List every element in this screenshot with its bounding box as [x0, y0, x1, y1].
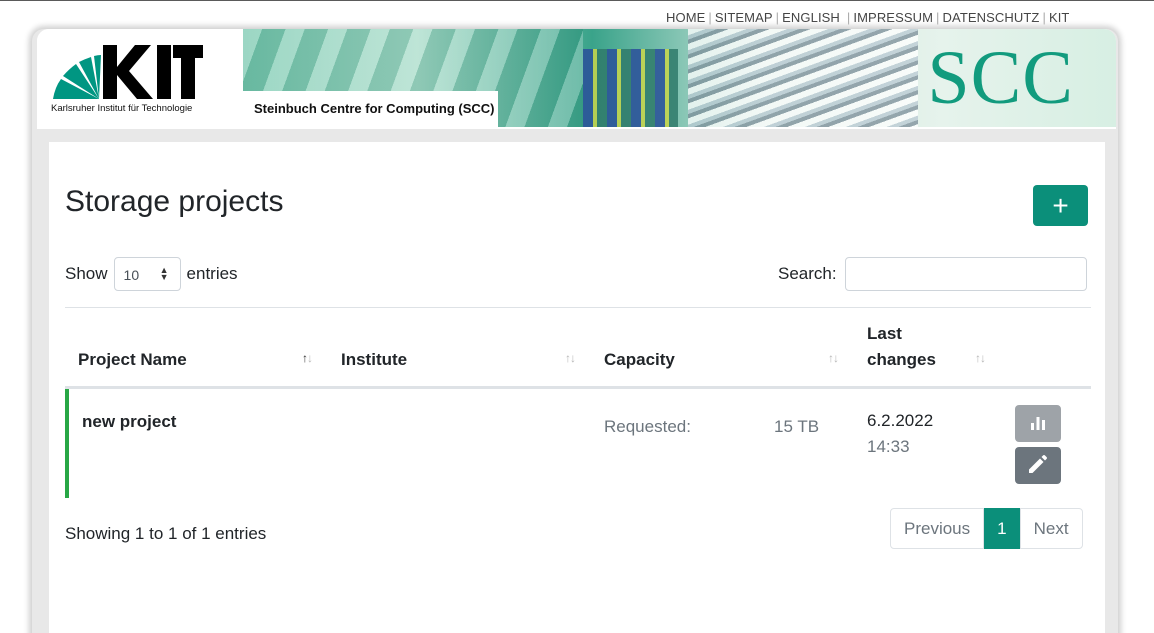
top-nav: HOME | SITEMAP | ENGLISH | IMPRESSUM | DATENSCHU…: [666, 10, 1069, 25]
nav-separator: |: [775, 10, 780, 25]
page-length-select[interactable]: 10 ▲ ▼: [113, 257, 181, 291]
column-header-institute[interactable]: Institute: [341, 350, 407, 370]
nav-english-link[interactable]: ENGLISH: [782, 10, 840, 25]
search-input[interactable]: [844, 257, 1087, 291]
last-change-time: 14:33: [867, 437, 910, 456]
nav-separator: |: [936, 10, 940, 25]
pencil-icon: [1029, 455, 1047, 473]
page-title: Storage projects: [65, 185, 284, 218]
select-arrows-icon: ▲ ▼: [159, 265, 169, 282]
search-control: Search:: [778, 257, 1087, 291]
column-header-project-name[interactable]: Project Name: [78, 350, 187, 370]
entries-label: entries: [186, 264, 238, 283]
edit-button[interactable]: [1015, 447, 1061, 484]
show-label: Show: [65, 264, 108, 283]
sort-icon[interactable]: ↑↓: [565, 351, 576, 365]
nav-sitemap-link[interactable]: SITEMAP: [715, 10, 773, 25]
nav-kit-link[interactable]: KIT: [1049, 10, 1070, 25]
nav-separator: |: [846, 10, 851, 25]
add-project-button[interactable]: +: [1033, 185, 1088, 226]
capacity-value: 15 TB: [774, 417, 820, 436]
scc-logo: SCC: [927, 36, 1074, 120]
nav-impressum-link[interactable]: IMPRESSUM: [853, 10, 933, 25]
plus-icon: +: [1052, 190, 1069, 221]
kit-logo-icon: [53, 45, 203, 99]
divider: [65, 307, 1091, 308]
sort-icon[interactable]: ↑↓: [828, 351, 839, 365]
bar-chart-icon: [1031, 417, 1045, 430]
nav-separator: |: [1042, 10, 1046, 25]
nav-separator: |: [708, 10, 712, 25]
pagination-next[interactable]: Next: [1019, 508, 1083, 549]
search-label: Search:: [778, 264, 837, 283]
nav-datenschutz-link[interactable]: DATENSCHUTZ: [943, 10, 1040, 25]
kit-logo[interactable]: Karlsruher Institut für Technologie: [37, 29, 243, 129]
sort-asc-icon[interactable]: ↑↓: [302, 351, 313, 365]
table-header-border: [65, 386, 1091, 389]
site-header: Karlsruher Institut für Technologie SCC …: [37, 29, 1116, 129]
project-name-cell[interactable]: new project: [82, 412, 176, 432]
pagination-page-1[interactable]: 1: [984, 508, 1020, 549]
row-status-indicator: [65, 389, 69, 498]
page-length-value: 10: [123, 267, 140, 283]
sort-icon[interactable]: ↑↓: [975, 351, 986, 365]
last-change-date: 6.2.2022: [867, 411, 934, 430]
column-header-changes-line: changes: [867, 350, 936, 369]
pagination-previous[interactable]: Previous: [890, 508, 985, 549]
banner-image: [688, 29, 918, 127]
banner-image: [583, 49, 678, 127]
column-header-capacity[interactable]: Capacity: [604, 350, 675, 370]
column-header-last-line: Last: [867, 324, 902, 343]
pagination: Previous 1 Next: [890, 508, 1083, 549]
statistics-button[interactable]: [1015, 405, 1061, 442]
column-header-last-changes[interactable]: Last changes: [867, 324, 936, 370]
table-info: Showing 1 to 1 of 1 entries: [65, 524, 267, 543]
banner-label: Steinbuch Centre for Computing (SCC): [243, 91, 498, 127]
nav-home-link[interactable]: HOME: [666, 10, 705, 25]
page-length-control: Show 10 ▲ ▼ entries: [65, 257, 238, 291]
capacity-label: Requested:: [604, 417, 691, 436]
logo-subtitle: Karlsruher Institut für Technologie: [51, 103, 193, 114]
